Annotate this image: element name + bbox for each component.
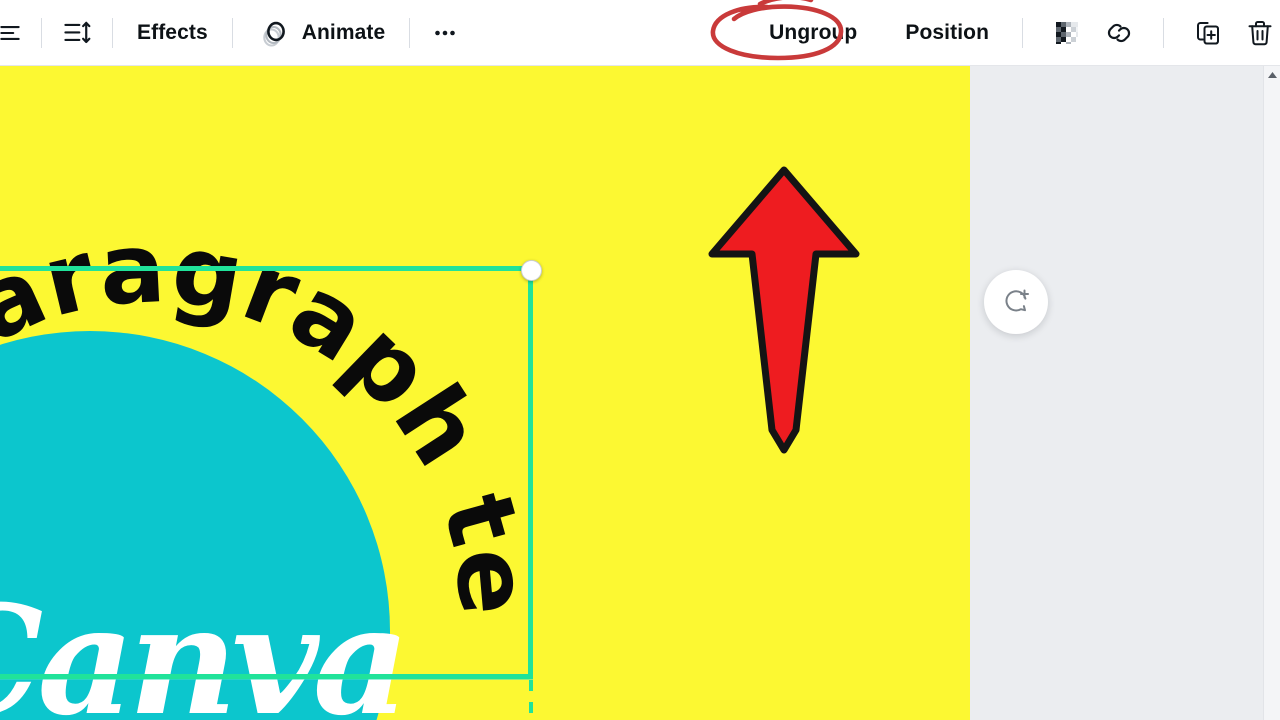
editor-workspace: Canva Paragraph text — [0, 66, 1280, 720]
animate-button[interactable]: Animate — [242, 11, 401, 55]
effects-label: Effects — [137, 21, 208, 44]
line-spacing-icon — [62, 18, 92, 48]
toolbar-left-group: Effects Animate — [0, 0, 471, 65]
smart-guide-dashed-vertical — [529, 680, 533, 720]
duplicate-button[interactable] — [1182, 11, 1234, 55]
toolbar-separator — [231, 17, 233, 48]
toolbar-separator — [409, 17, 411, 48]
text-align-button[interactable] — [0, 11, 32, 55]
more-options-button[interactable] — [419, 11, 471, 55]
link-icon — [1103, 17, 1135, 49]
line-spacing-button[interactable] — [51, 11, 103, 55]
transparency-icon — [1053, 19, 1081, 47]
position-button[interactable]: Position — [890, 11, 1004, 55]
top-toolbar: Effects Animate Ungroup Position — [0, 0, 1280, 66]
add-comment-button[interactable] — [984, 270, 1048, 334]
toolbar-separator — [41, 17, 42, 48]
position-label: Position — [905, 21, 989, 44]
link-button[interactable] — [1093, 11, 1145, 55]
more-horizontal-icon — [431, 19, 459, 47]
animate-label: Animate — [301, 21, 386, 44]
toolbar-separator — [1163, 17, 1164, 48]
design-canvas-page[interactable]: Canva Paragraph text — [0, 66, 970, 720]
animate-icon — [257, 16, 291, 50]
annotation-arrow-up — [704, 162, 864, 462]
vertical-scrollbar[interactable] — [1263, 66, 1280, 720]
effects-button[interactable]: Effects — [122, 11, 223, 55]
selection-edge-top — [0, 266, 533, 271]
curved-text-content: Paragraph text — [0, 172, 551, 620]
duplicate-icon — [1192, 17, 1224, 49]
transparency-button[interactable] — [1041, 11, 1093, 55]
selection-edge-right — [528, 266, 533, 679]
toolbar-separator — [112, 17, 113, 48]
toolbar-right-group: Ungroup Position — [754, 0, 1280, 65]
delete-button[interactable] — [1234, 11, 1280, 55]
curved-paragraph-text[interactable]: Paragraph text — [0, 172, 550, 720]
selection-edge-bottom — [0, 674, 533, 679]
toolbar-separator — [1022, 17, 1023, 48]
canva-editor-window: Effects Animate Ungroup Position anva ra… — [0, 0, 1280, 720]
trash-icon — [1244, 17, 1276, 49]
ungroup-label: Ungroup — [769, 21, 858, 44]
scroll-up-arrow-icon[interactable] — [1264, 66, 1280, 83]
text-align-left-icon — [0, 20, 23, 46]
comment-add-icon — [999, 285, 1033, 319]
selection-corner-handle[interactable] — [521, 260, 542, 281]
ungroup-button[interactable]: Ungroup — [754, 11, 872, 55]
